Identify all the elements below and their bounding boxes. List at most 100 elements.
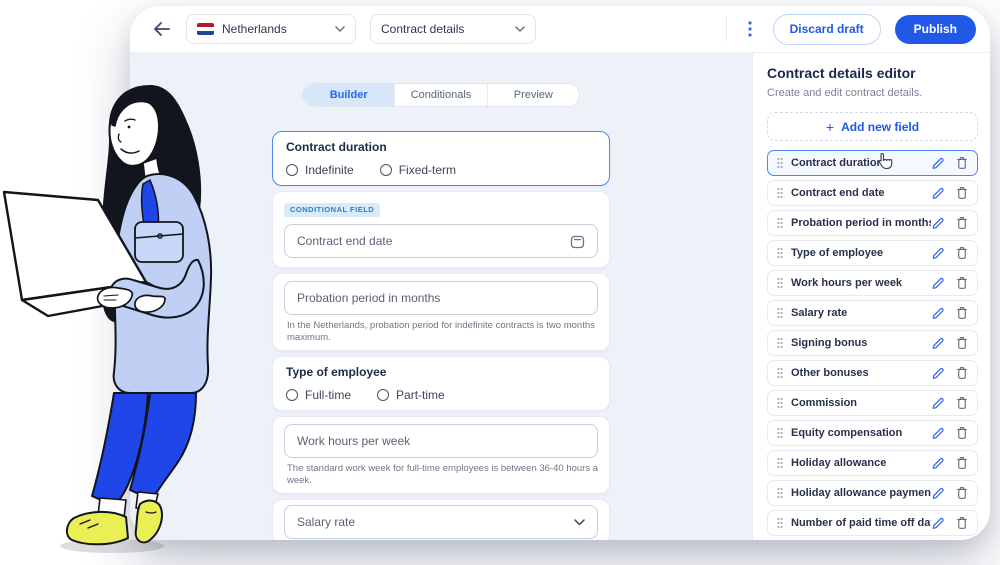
field-item-label: Probation period in months	[791, 217, 931, 229]
chevron-down-icon	[515, 26, 525, 32]
drag-handle-icon[interactable]	[777, 517, 783, 529]
delete-trash-icon[interactable]	[956, 366, 968, 380]
card-probation-period[interactable]: Probation period in months In the Nether…	[272, 273, 610, 351]
template-select[interactable]: Contract details	[370, 14, 536, 44]
edit-pencil-icon[interactable]	[931, 216, 945, 230]
discard-draft-button[interactable]: Discard draft	[773, 14, 881, 45]
work-hours-input[interactable]: Work hours per week	[284, 424, 598, 458]
delete-trash-icon[interactable]	[956, 336, 968, 350]
edit-pencil-icon[interactable]	[931, 456, 945, 470]
delete-trash-icon[interactable]	[956, 156, 968, 170]
delete-trash-icon[interactable]	[956, 246, 968, 260]
drag-handle-icon[interactable]	[777, 337, 783, 349]
tab-conditionals[interactable]: Conditionals	[395, 84, 487, 106]
delete-trash-icon[interactable]	[956, 516, 968, 530]
builder-canvas: Builder Conditionals Preview Contract du…	[130, 53, 752, 540]
plus-icon: +	[826, 120, 834, 134]
edit-pencil-icon[interactable]	[931, 186, 945, 200]
edit-pencil-icon[interactable]	[931, 366, 945, 380]
back-button[interactable]	[148, 16, 174, 42]
window-body: Builder Conditionals Preview Contract du…	[130, 53, 990, 540]
contract-end-date-input[interactable]: Contract end date	[284, 224, 598, 258]
radio-circle-icon	[286, 389, 298, 401]
delete-trash-icon[interactable]	[956, 486, 968, 500]
field-item-paid-time-off[interactable]: Number of paid time off days	[767, 510, 978, 536]
field-item-label: Commission	[791, 397, 931, 409]
drag-handle-icon[interactable]	[777, 307, 783, 319]
drag-handle-icon[interactable]	[777, 457, 783, 469]
drag-handle-icon[interactable]	[777, 217, 783, 229]
sidebar-title: Contract details editor	[767, 65, 978, 82]
app-window: Netherlands Contract details Disca	[130, 6, 990, 540]
drag-handle-icon[interactable]	[777, 277, 783, 289]
drag-handle-icon[interactable]	[777, 247, 783, 259]
field-item-other-bonuses[interactable]: Other bonuses	[767, 360, 978, 386]
drag-handle-icon[interactable]	[777, 187, 783, 199]
contract-end-date-placeholder: Contract end date	[297, 234, 392, 248]
radio-fixed-term-label: Fixed-term	[399, 163, 456, 177]
field-item-contract-duration[interactable]: Contract duration	[767, 150, 978, 176]
salary-rate-value: Salary rate	[297, 515, 355, 529]
edit-pencil-icon[interactable]	[931, 306, 945, 320]
chevron-down-icon	[574, 519, 585, 526]
kebab-menu-icon	[748, 21, 752, 37]
field-item-equity-compensation[interactable]: Equity compensation	[767, 420, 978, 446]
card-contract-duration[interactable]: Contract duration Indefinite Fixed-term	[272, 131, 610, 186]
field-item-salary-rate[interactable]: Salary rate	[767, 300, 978, 326]
field-item-holiday-allowance[interactable]: Holiday allowance	[767, 450, 978, 476]
delete-trash-icon[interactable]	[956, 216, 968, 230]
radio-indefinite-label: Indefinite	[305, 163, 354, 177]
chevron-down-icon	[335, 26, 345, 32]
topbar-divider	[726, 17, 727, 41]
drag-handle-icon[interactable]	[777, 367, 783, 379]
radio-indefinite[interactable]: Indefinite	[286, 163, 354, 177]
field-item-work-hours[interactable]: Work hours per week	[767, 270, 978, 296]
card-type-of-employee[interactable]: Type of employee Full-time Part-time	[272, 356, 610, 411]
work-hours-placeholder: Work hours per week	[297, 434, 410, 448]
edit-pencil-icon[interactable]	[931, 396, 945, 410]
country-select[interactable]: Netherlands	[186, 14, 356, 44]
tab-builder[interactable]: Builder	[303, 84, 395, 106]
delete-trash-icon[interactable]	[956, 426, 968, 440]
probation-period-input[interactable]: Probation period in months	[284, 281, 598, 315]
edit-pencil-icon[interactable]	[931, 486, 945, 500]
radio-fixed-term[interactable]: Fixed-term	[380, 163, 456, 177]
field-item-holiday-allowance-frequency[interactable]: Holiday allowance payment fre...	[767, 480, 978, 506]
edit-pencil-icon[interactable]	[931, 246, 945, 260]
radio-circle-icon	[286, 164, 298, 176]
salary-rate-select[interactable]: Salary rate	[284, 505, 598, 539]
delete-trash-icon[interactable]	[956, 186, 968, 200]
drag-handle-icon[interactable]	[777, 427, 783, 439]
delete-trash-icon[interactable]	[956, 276, 968, 290]
field-item-label: Signing bonus	[791, 337, 931, 349]
more-options-button[interactable]	[741, 16, 759, 42]
radio-part-time[interactable]: Part-time	[377, 388, 445, 402]
tab-preview[interactable]: Preview	[488, 84, 579, 106]
delete-trash-icon[interactable]	[956, 396, 968, 410]
drag-handle-icon[interactable]	[777, 397, 783, 409]
field-item-signing-bonus[interactable]: Signing bonus	[767, 330, 978, 356]
add-new-field-button[interactable]: + Add new field	[767, 112, 978, 141]
edit-pencil-icon[interactable]	[931, 426, 945, 440]
radio-full-time[interactable]: Full-time	[286, 388, 351, 402]
drag-handle-icon[interactable]	[777, 157, 783, 169]
edit-pencil-icon[interactable]	[931, 336, 945, 350]
radio-circle-icon	[377, 389, 389, 401]
drag-handle-icon[interactable]	[777, 487, 783, 499]
edit-pencil-icon[interactable]	[931, 156, 945, 170]
field-item-probation-period[interactable]: Probation period in months	[767, 210, 978, 236]
card-contract-end-date[interactable]: CONDITIONAL FIELD Contract end date	[272, 191, 610, 268]
card-salary-rate[interactable]: Salary rate	[272, 499, 610, 540]
field-item-commission[interactable]: Commission	[767, 390, 978, 416]
delete-trash-icon[interactable]	[956, 306, 968, 320]
edit-pencil-icon[interactable]	[931, 516, 945, 530]
edit-pencil-icon[interactable]	[931, 276, 945, 290]
calendar-icon[interactable]	[570, 234, 585, 249]
field-item-type-of-employee[interactable]: Type of employee	[767, 240, 978, 266]
delete-trash-icon[interactable]	[956, 456, 968, 470]
field-item-label: Contract end date	[791, 187, 931, 199]
sidebar-subtitle: Create and edit contract details.	[767, 87, 978, 100]
card-work-hours[interactable]: Work hours per week The standard work we…	[272, 416, 610, 494]
field-item-contract-end-date[interactable]: Contract end date	[767, 180, 978, 206]
publish-button[interactable]: Publish	[895, 15, 976, 44]
